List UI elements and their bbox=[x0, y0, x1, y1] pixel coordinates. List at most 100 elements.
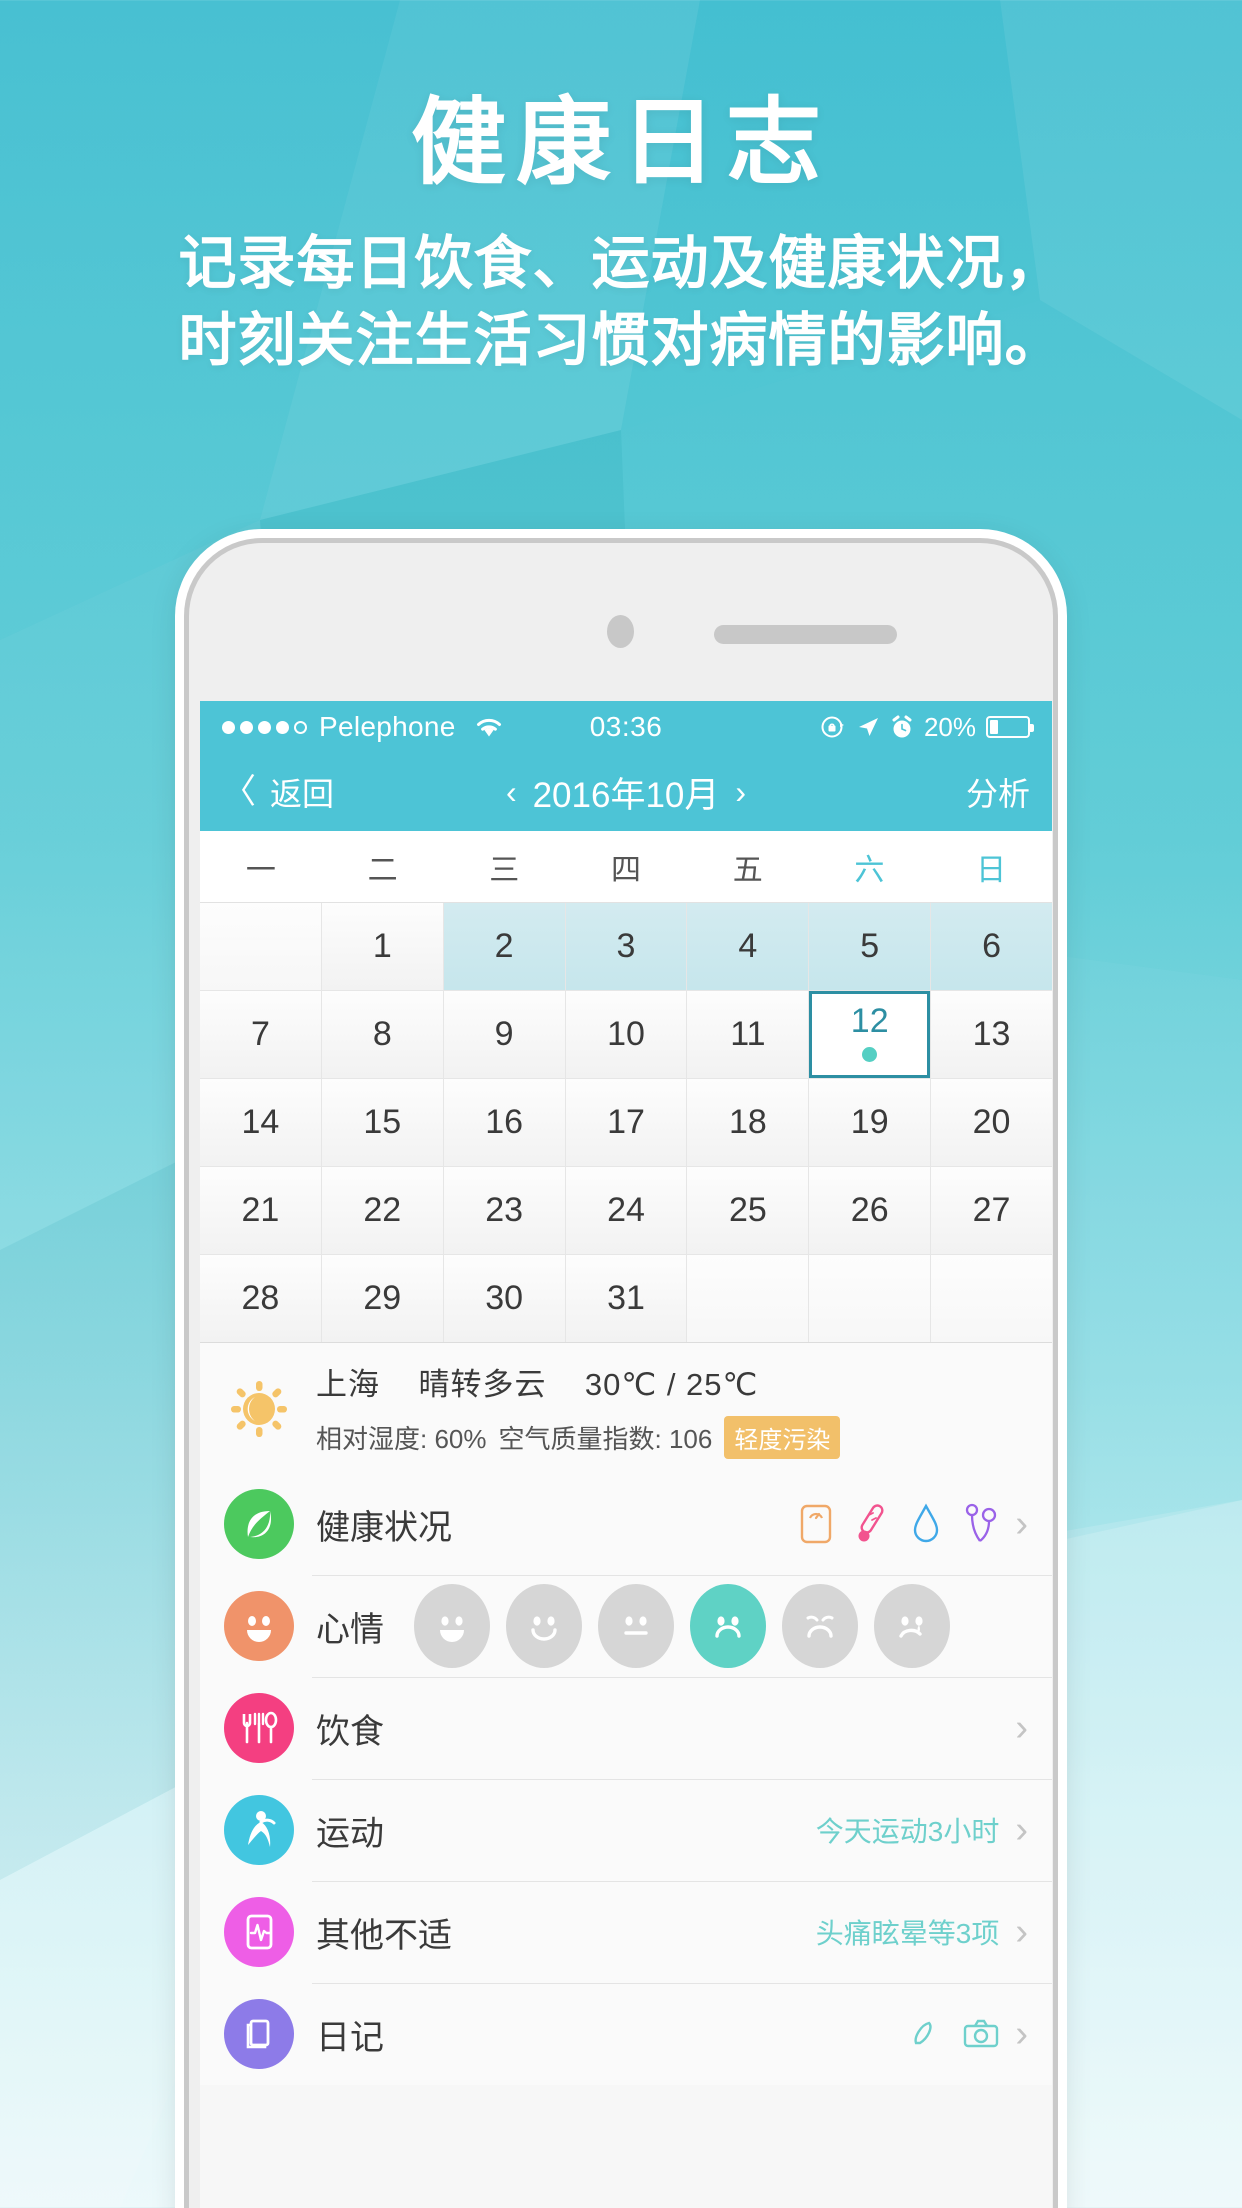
row-diet-chevron-right-icon: › bbox=[1015, 1707, 1028, 1749]
day-detail-list: 上海 晴转多云 30℃ / 25℃ 相对湿度: 60% 空气质量指数: 106 … bbox=[200, 1343, 1052, 2085]
calendar-day-number: 24 bbox=[607, 1191, 645, 1229]
weekday-header-2: 三 bbox=[489, 853, 520, 887]
calendar-day-cell[interactable]: 14 bbox=[200, 1079, 321, 1166]
weather-condition: 晴转多云 bbox=[418, 1367, 547, 1402]
calendar-day-cell[interactable]: 20 bbox=[931, 1079, 1052, 1166]
weight-scale-icon[interactable] bbox=[799, 1504, 833, 1544]
calendar-day-number: 7 bbox=[250, 1015, 270, 1053]
camera-icon[interactable] bbox=[963, 2019, 999, 2049]
current-month-label: 2016年10月 bbox=[532, 775, 720, 815]
row-health-label: 健康状况 bbox=[316, 1508, 452, 1547]
row-diet[interactable]: 饮食 › bbox=[200, 1677, 1052, 1779]
calendar-day-number: 5 bbox=[860, 927, 880, 965]
row-discomfort[interactable]: 其他不适 头痛眩晕等3项 › bbox=[200, 1881, 1052, 1983]
calendar-day-entry-dot bbox=[862, 1046, 878, 1062]
mood-selector[interactable] bbox=[414, 1584, 950, 1668]
back-button[interactable]: 〈 返回 bbox=[222, 769, 334, 815]
promo-header: 健康日志 记录每日饮食、运动及健康状况， 时刻关注生活习惯对病情的影响。 bbox=[0, 92, 1242, 379]
calendar-day-cell[interactable]: 13 bbox=[931, 991, 1052, 1078]
calendar-day-cell[interactable]: 30 bbox=[443, 1255, 565, 1342]
calendar-day-cell[interactable]: 15 bbox=[321, 1079, 443, 1166]
row-mood-label: 心情 bbox=[316, 1610, 384, 1649]
weather-humidity: 相对湿度: 60% bbox=[316, 1424, 487, 1454]
calendar-day-cell[interactable]: 24 bbox=[565, 1167, 687, 1254]
row-exercise-chevron-right-icon: › bbox=[1015, 1809, 1028, 1851]
neutral-face-icon[interactable] bbox=[598, 1584, 674, 1668]
calendar-day-cell[interactable]: 25 bbox=[687, 1167, 809, 1254]
calendar-day-number: 2 bbox=[494, 927, 514, 965]
smiling-face-icon[interactable] bbox=[506, 1584, 582, 1668]
leaf-icon bbox=[224, 1489, 294, 1559]
calendar-day-cell[interactable]: 7 bbox=[200, 991, 321, 1078]
calendar-day-cell[interactable]: 1 bbox=[321, 903, 443, 990]
navigation-bar: 〈 返回 ‹ 2016年10月 › 分析 bbox=[200, 753, 1052, 831]
calendar-day-cell[interactable]: 26 bbox=[809, 1167, 931, 1254]
calendar-day-cell[interactable]: 16 bbox=[443, 1079, 565, 1166]
calendar-empty-cell bbox=[809, 1255, 931, 1342]
analysis-button[interactable]: 分析 bbox=[966, 769, 1030, 815]
calendar-day-cell[interactable]: 21 bbox=[200, 1167, 321, 1254]
calendar-day-number: 26 bbox=[850, 1191, 889, 1229]
calendar-day-cell[interactable]: 10 bbox=[565, 991, 687, 1078]
calendar-day-number: 16 bbox=[485, 1103, 524, 1141]
weekday-header-4: 五 bbox=[732, 853, 763, 887]
calendar-day-cell[interactable]: 29 bbox=[321, 1255, 443, 1342]
calendar-day-cell[interactable]: 8 bbox=[321, 991, 443, 1078]
front-camera-icon bbox=[607, 615, 634, 648]
calendar-day-cell[interactable]: 23 bbox=[443, 1167, 565, 1254]
calendar-day-number: 4 bbox=[738, 927, 758, 965]
prev-month-button[interactable]: ‹ bbox=[506, 774, 517, 811]
row-diary[interactable]: 日记 › bbox=[200, 1983, 1052, 2085]
sad-face-icon[interactable] bbox=[690, 1584, 766, 1668]
thermometer-icon[interactable] bbox=[855, 1503, 889, 1545]
stethoscope-icon[interactable] bbox=[963, 1503, 999, 1545]
pen-icon[interactable] bbox=[909, 2018, 941, 2050]
calendar-day-number: 23 bbox=[485, 1191, 524, 1229]
running-person-icon bbox=[224, 1795, 294, 1865]
calendar-day-cell[interactable]: 3 bbox=[565, 903, 687, 990]
calendar-day-number: 29 bbox=[363, 1279, 402, 1317]
row-diary-chevron-right-icon: › bbox=[1015, 2013, 1028, 2055]
calendar-day-number: 30 bbox=[485, 1279, 524, 1317]
calendar-day-cell[interactable]: 4 bbox=[687, 903, 809, 990]
calendar-day-cell[interactable]: 18 bbox=[687, 1079, 809, 1166]
calendar-grid: 1 2 3 4 5 6 7 8 9 10 11 12 13 14 15 16 17 18 19 20 21 22 23 24 2… bbox=[200, 903, 1052, 1343]
calendar-day-cell[interactable]: 6 bbox=[931, 903, 1052, 990]
calendar-day-cell[interactable]: 2 bbox=[443, 903, 565, 990]
row-diet-label: 饮食 bbox=[316, 1712, 384, 1751]
row-exercise-value: 今天运动3小时 bbox=[815, 1816, 1000, 1847]
weather-temperature: 30℃ / 25℃ bbox=[584, 1367, 759, 1402]
calendar-day-cell[interactable]: 19 bbox=[809, 1079, 931, 1166]
row-health[interactable]: 健康状况 › bbox=[200, 1473, 1052, 1575]
row-exercise[interactable]: 运动 今天运动3小时 › bbox=[200, 1779, 1052, 1881]
calendar-day-number: 6 bbox=[982, 927, 1002, 965]
calendar-day-cell[interactable]: 27 bbox=[931, 1167, 1052, 1254]
calendar-day-cell[interactable]: 22 bbox=[321, 1167, 443, 1254]
calendar-day-cell[interactable]: 12 bbox=[809, 991, 931, 1078]
calendar-day-cell[interactable]: 11 bbox=[687, 991, 809, 1078]
calendar-day-cell[interactable]: 31 bbox=[565, 1255, 687, 1342]
heart-monitor-icon bbox=[224, 1897, 294, 1967]
calendar-day-number: 18 bbox=[728, 1103, 767, 1141]
calendar-day-number: 9 bbox=[494, 1015, 514, 1053]
row-discomfort-chevron-right-icon: › bbox=[1015, 1911, 1028, 1953]
book-icon bbox=[224, 1999, 294, 2069]
crying-face-icon[interactable] bbox=[782, 1584, 858, 1668]
calendar-day-cell[interactable]: 5 bbox=[809, 903, 931, 990]
row-mood[interactable]: 心情 bbox=[200, 1575, 1052, 1677]
calendar-day-number: 17 bbox=[607, 1103, 645, 1141]
calendar-day-cell[interactable]: 28 bbox=[200, 1255, 321, 1342]
row-discomfort-value: 头痛眩晕等3项 bbox=[815, 1918, 1000, 1949]
calendar-day-cell[interactable]: 17 bbox=[565, 1079, 687, 1166]
next-month-button[interactable]: › bbox=[735, 774, 746, 811]
weather-row[interactable]: 上海 晴转多云 30℃ / 25℃ 相对湿度: 60% 空气质量指数: 106 … bbox=[200, 1343, 1052, 1473]
calendar-empty-cell bbox=[200, 903, 321, 990]
battery-icon bbox=[986, 716, 1034, 738]
status-bar: Pelephone 03:36 20% bbox=[200, 701, 1052, 753]
calendar-day-cell[interactable]: 9 bbox=[443, 991, 565, 1078]
calendar-day-number: 22 bbox=[363, 1191, 402, 1229]
water-drop-icon[interactable] bbox=[911, 1503, 941, 1545]
teardrop-face-icon[interactable] bbox=[874, 1584, 950, 1668]
laughing-face-icon[interactable] bbox=[414, 1584, 490, 1668]
happy-face-icon bbox=[224, 1591, 294, 1661]
